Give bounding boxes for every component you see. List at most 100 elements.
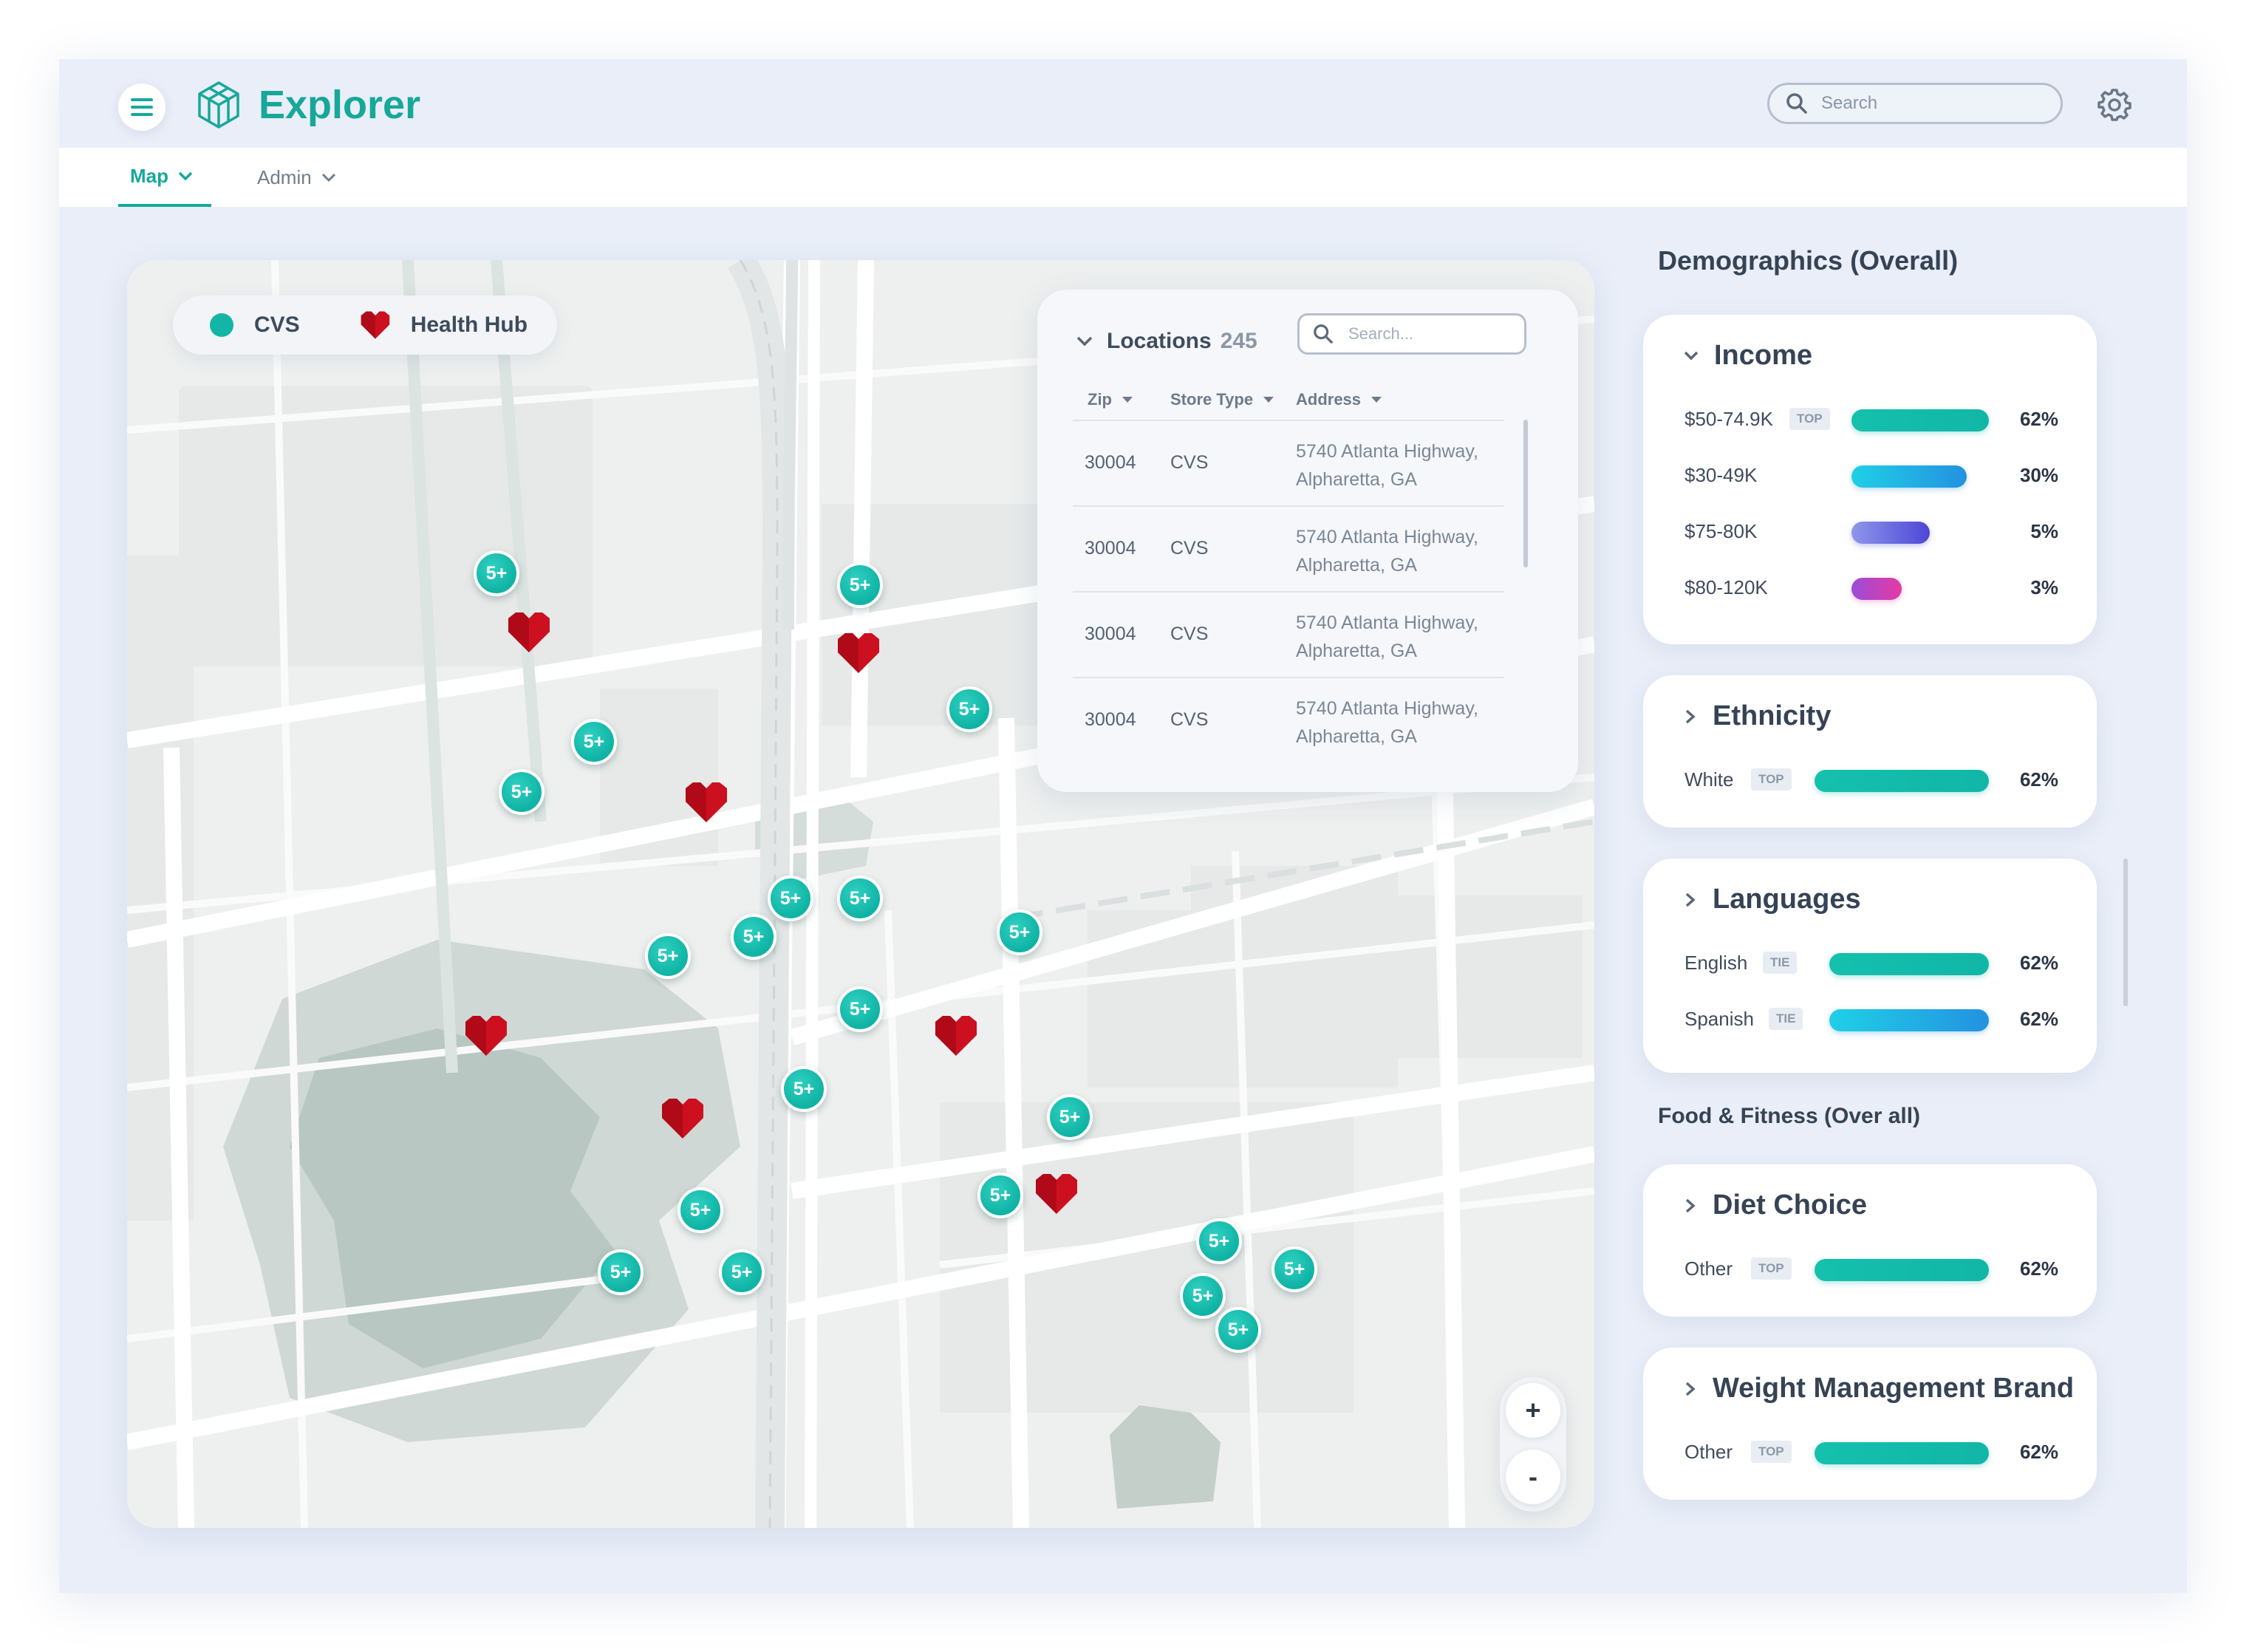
cvs-cluster-marker[interactable]: 5+ <box>946 686 992 732</box>
cvs-cluster-marker[interactable]: 5+ <box>719 1249 765 1295</box>
cvs-cluster-marker[interactable]: 5+ <box>781 1066 827 1112</box>
tie-badge: TIE <box>1763 952 1798 974</box>
column-header-store-type[interactable]: Store Type <box>1170 390 1274 409</box>
table-row[interactable]: 30004 CVS 5740 Atlanta Highway, Alpharet… <box>1073 677 1504 762</box>
top-badge: TOP <box>1751 1257 1792 1280</box>
languages-row: Spanish TIE 62% <box>1684 1005 2058 1034</box>
cvs-cluster-marker[interactable]: 5+ <box>731 914 776 960</box>
cvs-cluster-marker[interactable]: 5+ <box>474 550 519 596</box>
income-row: $80-120K 3% <box>1684 573 2058 603</box>
locations-count: 245 <box>1220 329 1257 353</box>
health-hub-heart-icon[interactable] <box>659 1097 706 1140</box>
search-placeholder: Search <box>1821 93 1878 113</box>
income-bar <box>1851 409 1989 431</box>
top-bar: Explorer Search <box>59 59 2187 148</box>
top-badge: TOP <box>1751 1441 1792 1463</box>
panel-scrollbar[interactable] <box>2123 859 2128 1006</box>
locations-scrollbar[interactable] <box>1523 420 1528 567</box>
row-zip: 30004 <box>1085 452 1136 473</box>
chevron-down-icon <box>321 173 335 182</box>
cvs-cluster-marker[interactable]: 5+ <box>977 1173 1023 1218</box>
cvs-cluster-marker[interactable]: 5+ <box>837 562 883 608</box>
table-row[interactable]: 30004 CVS 5740 Atlanta Highway, Alpharet… <box>1073 591 1504 677</box>
tab-admin-label: Admin <box>257 165 312 188</box>
weight-management-title: Weight Management Brand <box>1713 1373 2075 1404</box>
table-row[interactable]: 30004 CVS 5740 Atlanta Highway, Alpharet… <box>1073 505 1504 591</box>
row-label: Other <box>1684 1257 1733 1280</box>
languages-header[interactable]: Languages <box>1683 884 1861 915</box>
zoom-out-button[interactable]: - <box>1506 1450 1560 1504</box>
chevron-down-icon <box>1684 351 1699 360</box>
cvs-cluster-marker[interactable]: 5+ <box>997 909 1042 955</box>
locations-header[interactable]: Locations 245 <box>1076 319 1257 363</box>
heart-icon <box>361 311 389 339</box>
cvs-cluster-marker[interactable]: 5+ <box>1215 1307 1261 1353</box>
health-hub-heart-icon[interactable] <box>505 611 553 654</box>
health-hub-heart-icon[interactable] <box>932 1014 980 1057</box>
cvs-cluster-marker[interactable]: 5+ <box>677 1187 723 1233</box>
row-address: 5740 Atlanta Highway, Alpharetta, GA <box>1296 698 1478 747</box>
food-fitness-title: Food & Fitness (Over all) <box>1658 1104 1921 1128</box>
income-header[interactable]: Income <box>1683 340 1812 372</box>
cvs-cluster-marker[interactable]: 5+ <box>571 719 617 765</box>
row-label: English <box>1684 952 1748 974</box>
diet-choice-card: Diet Choice Other TOP 62% <box>1643 1164 2097 1317</box>
column-header-zip[interactable]: Zip <box>1088 390 1133 409</box>
weight-management-card: Weight Management Brand Other TOP 62% <box>1643 1348 2097 1500</box>
hamburger-menu-button[interactable] <box>118 83 165 131</box>
diet-choice-row: Other TOP 62% <box>1684 1255 2058 1284</box>
demographics-title: Demographics (Overall) <box>1658 245 1959 276</box>
settings-gear-icon[interactable] <box>2097 87 2132 123</box>
cvs-cluster-marker[interactable]: 5+ <box>837 986 883 1032</box>
diet-choice-header[interactable]: Diet Choice <box>1683 1189 1867 1221</box>
row-address: 5740 Atlanta Highway, Alpharetta, GA <box>1296 527 1478 576</box>
ethnicity-header[interactable]: Ethnicity <box>1683 700 1831 732</box>
hamburger-icon <box>131 98 153 116</box>
income-row: $30-49K 30% <box>1684 461 2058 491</box>
search-input[interactable]: Search <box>1767 83 2063 124</box>
row-label: $80-120K <box>1684 576 1768 598</box>
cvs-cluster-marker[interactable]: 5+ <box>1272 1246 1317 1292</box>
health-hub-heart-icon[interactable] <box>835 632 882 675</box>
cvs-cluster-marker[interactable]: 5+ <box>1196 1218 1242 1264</box>
cvs-cluster-marker[interactable]: 5+ <box>1180 1273 1226 1319</box>
income-bar <box>1851 578 1902 600</box>
row-address: 5740 Atlanta Highway, Alpharetta, GA <box>1296 612 1478 661</box>
row-zip: 30004 <box>1085 538 1136 559</box>
table-row[interactable]: 30004 CVS 5740 Atlanta Highway, Alpharet… <box>1073 420 1504 505</box>
column-header-address[interactable]: Address <box>1296 390 1382 409</box>
cvs-cluster-marker[interactable]: 5+ <box>1047 1094 1093 1140</box>
tab-admin[interactable]: Admin <box>257 148 337 207</box>
row-percent: 5% <box>2030 520 2058 542</box>
weight-management-header[interactable]: Weight Management Brand <box>1683 1373 2074 1404</box>
health-hub-heart-icon[interactable] <box>1033 1173 1080 1215</box>
app-title: Explorer <box>259 83 421 127</box>
health-hub-heart-icon[interactable] <box>462 1014 510 1057</box>
tab-map-label: Map <box>130 164 168 187</box>
ethnicity-row: White TOP 62% <box>1684 765 2058 795</box>
row-store-type: CVS <box>1170 538 1209 559</box>
top-badge: TOP <box>1751 768 1792 791</box>
cvs-cluster-marker[interactable]: 5+ <box>645 933 691 979</box>
cvs-cluster-marker[interactable]: 5+ <box>837 876 883 921</box>
legend-health-hub-label: Health Hub <box>410 313 528 337</box>
chevron-right-icon <box>1685 709 1696 723</box>
health-hub-heart-icon[interactable] <box>683 781 730 824</box>
cvs-cluster-marker[interactable]: 5+ <box>768 876 813 921</box>
row-zip: 30004 <box>1085 709 1136 730</box>
zoom-in-button[interactable]: + <box>1506 1383 1560 1438</box>
row-percent: 3% <box>2030 576 2058 598</box>
nav-bar: Map Admin <box>59 148 2187 207</box>
sort-caret-icon <box>1122 397 1133 403</box>
income-row: $50-74.9K TOP 62% <box>1684 405 2058 434</box>
row-percent: 30% <box>2019 464 2058 486</box>
row-label: White <box>1684 768 1734 791</box>
row-label: Other <box>1684 1441 1733 1463</box>
locations-search-input[interactable]: Search... <box>1297 313 1526 355</box>
tab-map[interactable]: Map <box>118 148 211 207</box>
row-label: $50-74.9K <box>1684 408 1773 430</box>
cvs-cluster-marker[interactable]: 5+ <box>499 769 545 815</box>
chevron-down-icon <box>1076 336 1093 347</box>
cvs-cluster-marker[interactable]: 5+ <box>598 1249 644 1295</box>
map-view[interactable]: CVS Health Hub 5+ 5+ 5+ 5+ 5+ 5+ 5+ 5+ 5… <box>127 260 1594 1528</box>
